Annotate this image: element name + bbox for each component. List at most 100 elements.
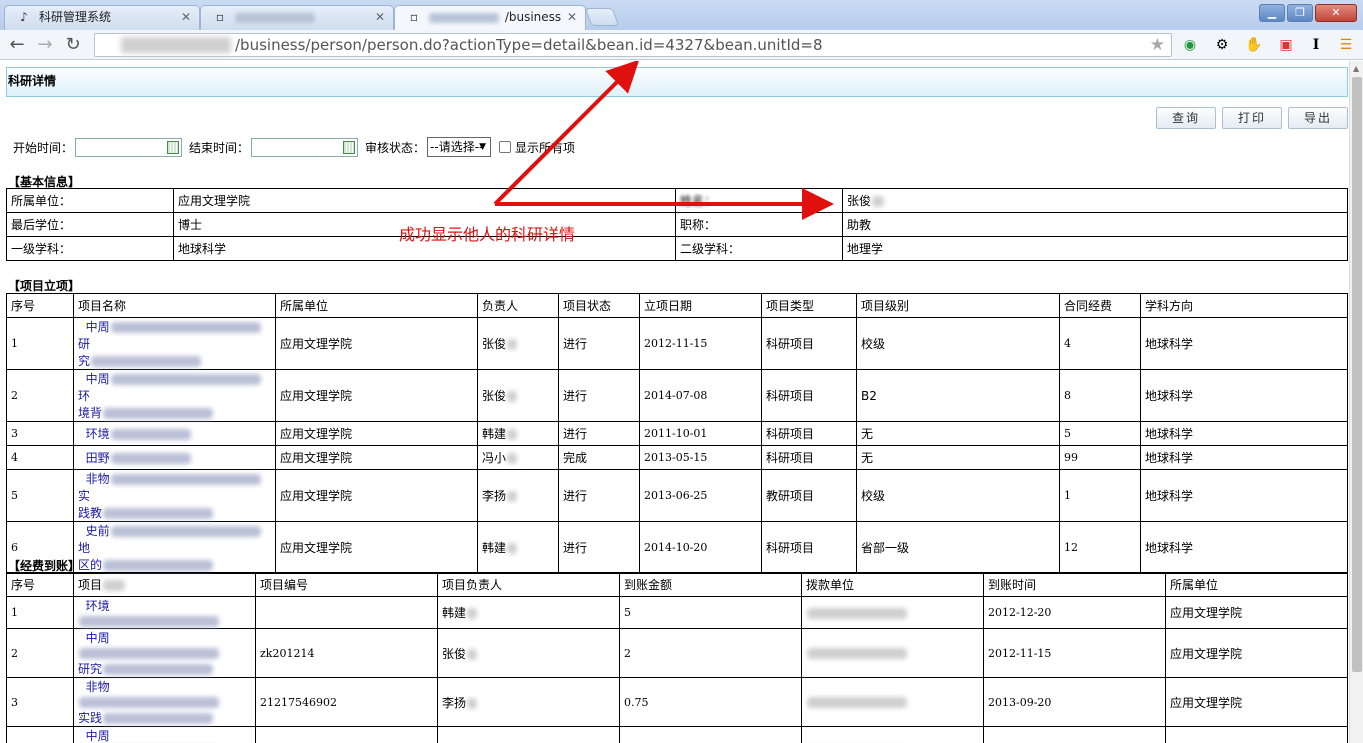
new-tab-button[interactable] bbox=[584, 8, 620, 26]
project-code-cell bbox=[255, 596, 438, 629]
level-cell: 无 bbox=[856, 445, 1060, 470]
projects-table: 序号 项目名称 所属单位 负责人 项目状态 立项日期 项目类型 项目级别 合同经… bbox=[6, 293, 1348, 574]
redacted-text bbox=[103, 713, 214, 724]
project-name-link[interactable]: 中周研究 bbox=[78, 320, 262, 368]
date-cell: 2014-10-20 bbox=[639, 521, 762, 574]
level-cell: B2 bbox=[856, 369, 1060, 422]
project-name-start: 环境 bbox=[85, 427, 110, 441]
start-time-input[interactable] bbox=[75, 137, 183, 157]
project-name-link[interactable]: 环境 bbox=[78, 427, 192, 441]
project-name-link[interactable]: 中周环 境背 bbox=[78, 372, 262, 420]
unit-cell: 应用文理学院 bbox=[275, 317, 478, 370]
table-row: 5 非物实 践教 应用文理学院 李扬 进行 2013-06-25 教研项目 校级 1 地球科学 bbox=[6, 469, 1348, 522]
discipline1-label: 一级学科： bbox=[6, 236, 174, 261]
maximize-button[interactable]: ❐ bbox=[1287, 4, 1313, 22]
project-name-cell: 非物实 践教 bbox=[73, 469, 276, 522]
project-name-line2: 境背 bbox=[78, 406, 103, 420]
bookmark-star-icon[interactable]: ★ bbox=[1150, 35, 1165, 55]
close-icon[interactable]: ✕ bbox=[567, 6, 577, 28]
project-name-cell: 中周环 境背 bbox=[73, 369, 276, 422]
forward-arrow-icon[interactable]: → bbox=[34, 34, 56, 56]
reload-icon[interactable]: ↻ bbox=[62, 34, 84, 56]
scroll-up-icon[interactable]: ▲ bbox=[1353, 64, 1359, 73]
type-cell: 教研项目 bbox=[761, 469, 857, 522]
fund-cell: 5 bbox=[1059, 421, 1141, 446]
funder-cell bbox=[801, 726, 984, 743]
project-name-start: 中周 bbox=[85, 320, 110, 334]
window-controls: ▁ ❐ ✕ bbox=[1259, 4, 1357, 22]
leader-cell: 李扬 bbox=[477, 469, 559, 522]
column-header: 到账时间 bbox=[983, 572, 1166, 597]
discipline2-value: 地理学 bbox=[842, 236, 1348, 261]
project-name-start: 田野 bbox=[85, 451, 110, 465]
calendar-icon[interactable] bbox=[343, 140, 356, 154]
project-code-cell: zk201214 bbox=[255, 628, 438, 678]
unit-cell: 应用文理学院 bbox=[1165, 596, 1348, 629]
field-cell: 地球科学 bbox=[1140, 369, 1348, 422]
column-header: 项目类型 bbox=[761, 293, 857, 318]
close-icon[interactable]: ✕ bbox=[375, 6, 385, 28]
project-name-link[interactable]: 中周研究 bbox=[78, 631, 220, 676]
show-all-checkbox[interactable] bbox=[499, 141, 512, 153]
leader-text: 张俊 bbox=[482, 337, 507, 351]
redacted-text bbox=[807, 697, 907, 708]
scrollbar-thumb[interactable] bbox=[1352, 77, 1362, 672]
project-name-link[interactable]: 环境 bbox=[78, 599, 220, 628]
project-name-link[interactable]: 田野 bbox=[78, 451, 192, 465]
projects-section-title: 【项目立项】 bbox=[8, 279, 81, 293]
column-header: 合同经费 bbox=[1059, 293, 1141, 318]
close-icon[interactable]: ✕ bbox=[181, 6, 191, 28]
unit-value: 应用文理学院 bbox=[173, 188, 676, 213]
redacted-text bbox=[79, 697, 219, 708]
project-name-link[interactable]: 史前地 区的 bbox=[78, 524, 262, 572]
app-logo-icon: ♪ bbox=[20, 10, 28, 24]
close-window-button[interactable]: ✕ bbox=[1315, 4, 1357, 22]
date-cell: 2013-09-20 bbox=[983, 677, 1166, 727]
tab-business[interactable]: ▫ /business ✕ bbox=[394, 5, 586, 30]
date-cell: 2011-10-01 bbox=[639, 421, 762, 446]
chevron-down-icon: ▼ bbox=[479, 142, 487, 152]
funder-cell bbox=[801, 596, 984, 629]
table-row: 6 史前地 区的 应用文理学院 韩建 进行 2014-10-20 科研项目 省部一级 12 地球科… bbox=[6, 521, 1348, 574]
redacted-text bbox=[467, 697, 478, 709]
project-name-start: 中周 bbox=[85, 729, 110, 743]
name-value: 张俊 bbox=[842, 188, 1348, 213]
row-number: 4 bbox=[6, 726, 74, 743]
calendar-icon[interactable] bbox=[167, 140, 180, 154]
status-label: 审核状态： bbox=[365, 140, 426, 155]
project-name-start: 非物 bbox=[85, 680, 110, 694]
fund-cell: 1 bbox=[1059, 469, 1141, 522]
end-time-input[interactable] bbox=[251, 137, 359, 157]
vertical-scrollbar[interactable]: ▲ bbox=[1349, 61, 1363, 743]
table-row: 3 非物 实践 21217546902 李扬 0.75 2013-09-20 应用文理学院 bbox=[6, 677, 1348, 727]
date-cell: 2013-06-25 bbox=[639, 469, 762, 522]
tab-second[interactable]: ▫ ✕ bbox=[200, 5, 394, 30]
column-header: 所属单位 bbox=[275, 293, 478, 318]
project-name-link[interactable]: 非物实 践教 bbox=[78, 472, 262, 520]
leader-cell: 韩建 bbox=[437, 596, 620, 629]
leader-text: 韩建 bbox=[442, 606, 467, 620]
tab-research-system[interactable]: ♪ 科研管理系统 ✕ bbox=[4, 5, 200, 30]
extension-gear-icon[interactable]: ⚙ bbox=[1212, 35, 1232, 55]
back-arrow-icon[interactable]: ← bbox=[6, 34, 28, 56]
project-name-line2: 究 bbox=[78, 354, 91, 368]
extension-i-icon[interactable]: I bbox=[1306, 35, 1326, 55]
extension-red-icon[interactable]: ▣ bbox=[1276, 35, 1296, 55]
export-button[interactable]: 导出 bbox=[1288, 107, 1348, 129]
status-select[interactable]: --请选择-- ▼ bbox=[427, 137, 492, 157]
date-cell: 2012-11-15 bbox=[639, 317, 762, 370]
menu-icon[interactable]: ☰ bbox=[1336, 35, 1356, 55]
column-header: 序号 bbox=[6, 293, 74, 318]
print-button[interactable]: 打印 bbox=[1222, 107, 1282, 129]
filter-row: 开始时间： 结束时间： 审核状态： --请选择-- ▼ 显示所有项 bbox=[6, 136, 575, 158]
address-bar[interactable]: /business/person/person.do?actionType=de… bbox=[94, 33, 1172, 57]
minimize-button[interactable]: ▁ bbox=[1259, 4, 1285, 22]
extension-hand-icon[interactable]: ✋ bbox=[1244, 35, 1264, 55]
column-header: 负责人 bbox=[477, 293, 559, 318]
project-name-link[interactable]: 非物 实践 bbox=[78, 680, 220, 725]
project-code-cell: 21217546902 bbox=[255, 677, 438, 727]
project-name-link[interactable]: 中周研究 bbox=[78, 729, 220, 743]
extension-green-icon[interactable]: ◉ bbox=[1180, 35, 1200, 55]
query-button[interactable]: 查询 bbox=[1156, 107, 1216, 129]
redacted-text bbox=[103, 580, 126, 591]
